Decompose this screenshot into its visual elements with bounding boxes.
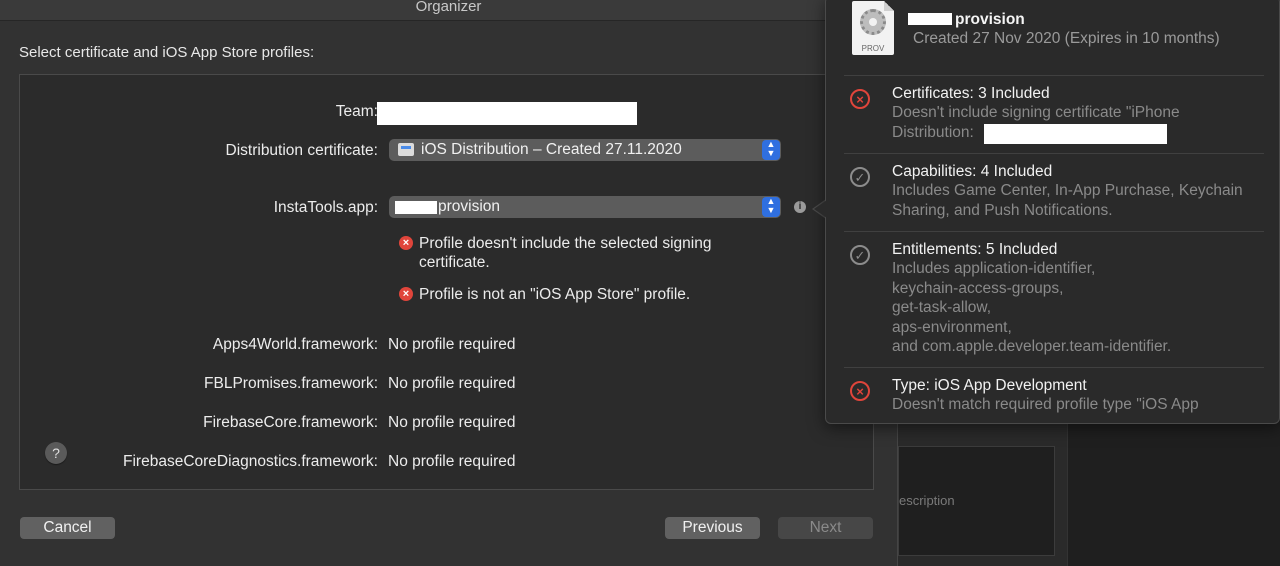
window-title: Organizer xyxy=(415,0,482,15)
certificate-icon xyxy=(398,143,414,156)
app-profile-popup[interactable]: provision ▲ ▼ xyxy=(389,196,781,218)
error-text: Profile is not an "iOS App Store" profil… xyxy=(419,286,691,303)
previous-button[interactable]: Previous xyxy=(665,517,760,539)
separator xyxy=(844,231,1264,232)
framework-label: Apps4World.framework: xyxy=(212,336,378,353)
framework-label: FirebaseCore.framework: xyxy=(203,414,378,431)
help-button[interactable]: ? xyxy=(45,442,67,464)
cancel-button[interactable]: Cancel xyxy=(20,517,115,539)
app-profile-value: provision xyxy=(438,198,501,215)
separator xyxy=(844,367,1264,368)
team-label: Team: xyxy=(335,103,378,120)
capabilities-title: Capabilities: 4 Included xyxy=(892,163,1053,180)
error-circle-icon: × xyxy=(850,381,870,401)
organizer-sheet: Organizer Select certificate and iOS App… xyxy=(0,0,898,566)
profile-info-popover: PROV provision Created 27 Nov 2020 (Expi… xyxy=(825,0,1280,424)
framework-value: No profile required xyxy=(388,375,516,392)
provisioning-profile-icon: PROV xyxy=(852,1,894,55)
title-bar: Organizer xyxy=(0,0,897,21)
distribution-certificate-popup[interactable]: iOS Distribution – Created 27.11.2020 ▲ ▼ xyxy=(389,139,781,161)
entitlements-title: Entitlements: 5 Included xyxy=(892,241,1058,258)
prov-icon-label: PROV xyxy=(861,44,885,53)
framework-label: FBLPromises.framework: xyxy=(204,375,378,392)
certificates-title: Certificates: 3 Included xyxy=(892,85,1050,102)
type-title: Type: iOS App Development xyxy=(892,377,1087,394)
error-circle-icon: × xyxy=(850,89,870,109)
background-description-panel: escription xyxy=(898,446,1055,556)
error-text: Profile doesn't include the selected sig… xyxy=(419,235,712,271)
capabilities-body: Includes Game Center, In-App Purchase, K… xyxy=(892,182,1243,219)
team-redacted xyxy=(377,102,637,125)
framework-value: No profile required xyxy=(388,453,516,470)
checkmark-circle-icon: ✓ xyxy=(850,245,870,265)
info-icon[interactable]: i xyxy=(794,201,806,213)
framework-value: No profile required xyxy=(388,336,516,353)
distribution-certificate-value: iOS Distribution – Created 27.11.2020 xyxy=(421,141,682,158)
distribution-certificate-label: Distribution certificate: xyxy=(225,142,378,159)
profile-subtitle: Created 27 Nov 2020 (Expires in 10 month… xyxy=(913,30,1220,47)
separator xyxy=(844,75,1264,76)
app-profile-label: InstaTools.app: xyxy=(273,199,378,216)
chevron-updown-icon: ▲ ▼ xyxy=(762,197,780,217)
profile-title: provision xyxy=(955,11,1025,28)
framework-label: FirebaseCoreDiagnostics.framework: xyxy=(123,453,378,470)
entitlements-body: Includes application-identifier, keychai… xyxy=(892,260,1172,355)
profile-title-redacted xyxy=(908,13,952,25)
type-body: Doesn't match required profile type "iOS… xyxy=(892,396,1199,413)
profile-name-redacted xyxy=(395,201,437,214)
error-icon: × xyxy=(399,236,413,250)
framework-value: No profile required xyxy=(388,414,516,431)
error-icon: × xyxy=(399,287,413,301)
chevron-updown-icon: ▲ ▼ xyxy=(762,140,780,160)
checkmark-circle-icon: ✓ xyxy=(850,167,870,187)
background-description-text: escription xyxy=(899,493,955,508)
gear-icon xyxy=(860,9,886,35)
popover-arrow-inner xyxy=(814,200,827,218)
certificate-name-redacted xyxy=(984,124,1167,144)
separator xyxy=(844,153,1264,154)
instruction-text: Select certificate and iOS App Store pro… xyxy=(19,44,315,61)
next-button[interactable]: Next xyxy=(778,517,873,539)
